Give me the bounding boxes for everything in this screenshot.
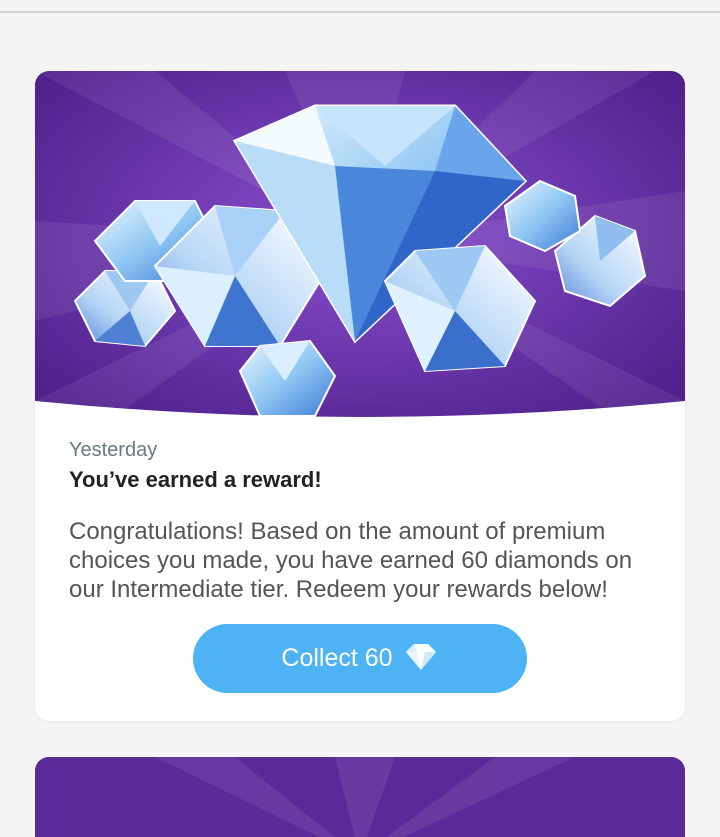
diamonds-illustration <box>35 71 685 431</box>
next-reward-card <box>35 757 685 837</box>
top-divider <box>0 0 720 13</box>
notification-message: Congratulations! Based on the amount of … <box>69 518 633 603</box>
hero-image <box>35 71 685 431</box>
card-body: Yesterday You’ve earned a reward! Congra… <box>69 437 659 604</box>
next-card-hero-image <box>35 757 685 837</box>
notification-date: Yesterday <box>69 439 158 461</box>
notification-title: You’ve earned a reward! <box>69 467 322 492</box>
collect-button[interactable]: Collect 60 <box>193 624 527 693</box>
collect-button-label: Collect 60 <box>281 644 393 672</box>
diamond-icon <box>403 642 439 675</box>
reward-card: Yesterday You’ve earned a reward! Congra… <box>35 71 685 721</box>
